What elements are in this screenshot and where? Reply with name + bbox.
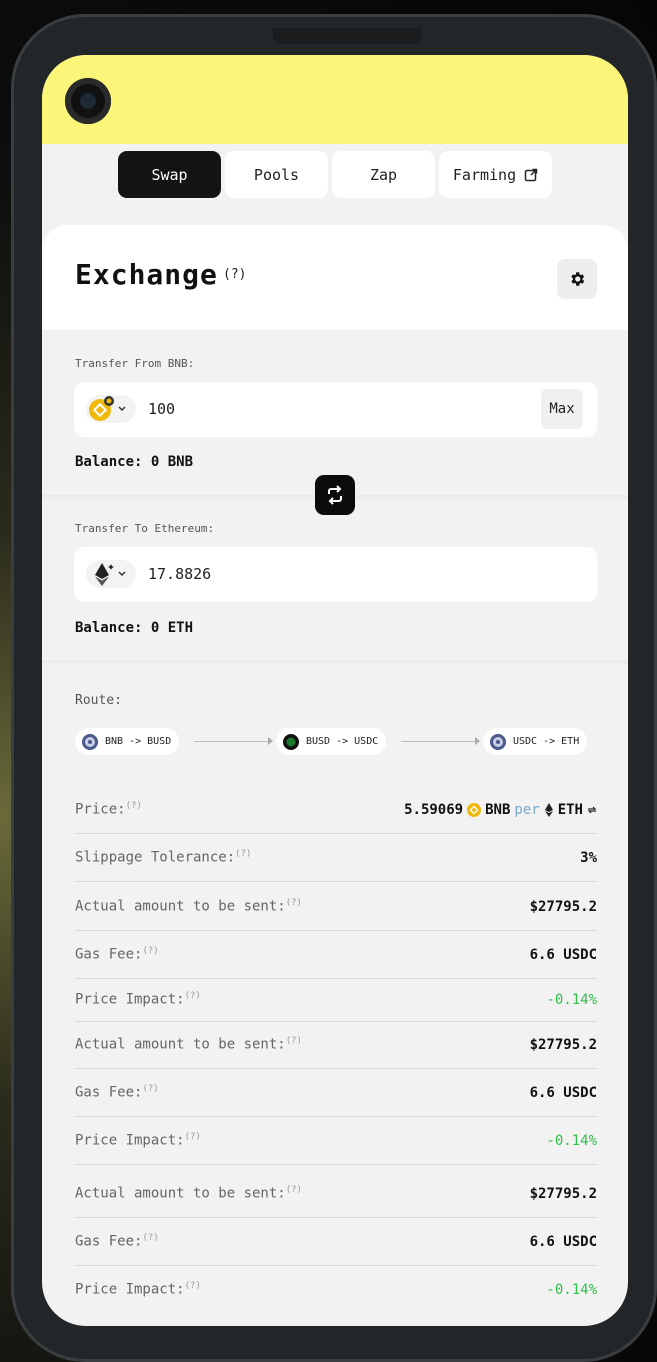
actual-amount-value: $27795.2 [529, 1036, 597, 1053]
pool-icon [82, 733, 98, 750]
help-icon[interactable]: (?) [142, 1233, 158, 1243]
tab-label: Pools [253, 165, 300, 184]
help-icon[interactable]: (?) [185, 1132, 201, 1142]
route-step-label: BNB -> BUSD [105, 736, 172, 747]
refresh-icon[interactable] [587, 805, 597, 815]
price-label: Price:(?) [75, 801, 142, 818]
swap-arrows-icon [328, 485, 342, 505]
help-icon[interactable]: (?) [142, 946, 158, 956]
slippage-label: Slippage Tolerance:(?) [75, 849, 252, 866]
price-impact-row: Price Impact:(?) -0.14% [75, 978, 597, 1022]
actual-amount-value: $27795.2 [529, 1185, 597, 1202]
help-icon[interactable]: (?) [126, 801, 142, 811]
from-input-box: 100 Max [74, 382, 597, 437]
price-impact-row: Price Impact:(?) -0.14% [75, 1281, 597, 1298]
help-icon[interactable]: (?) [185, 1281, 201, 1291]
price-row: Price:(?) 5.59069 BNB per ETH [75, 786, 597, 834]
actual-amount-value: $27795.2 [529, 898, 597, 915]
actual-amount-row: Actual amount to be sent:(?) $27795.2 [75, 1170, 597, 1218]
price-impact-value: -0.14% [546, 991, 597, 1008]
route-label: Route: [75, 693, 122, 708]
speaker-notch [273, 28, 421, 44]
to-token-selector[interactable] [86, 560, 136, 588]
gas-fee-row: Gas Fee:(?) 6.6 USDC [75, 931, 597, 979]
gas-fee-value: 6.6 USDC [529, 1084, 597, 1101]
tab-label: Swap [151, 165, 188, 184]
pool-icon [283, 733, 299, 750]
route-connector [194, 741, 268, 742]
arrow-right-icon [268, 737, 273, 745]
eth-icon [544, 802, 553, 817]
gear-icon [571, 272, 585, 286]
swap-direction-button[interactable] [315, 475, 355, 515]
route-connector [401, 741, 475, 742]
arrow-right-icon [475, 737, 480, 745]
help-icon[interactable]: (?) [142, 1084, 158, 1094]
to-amount-input[interactable]: 17.8826 [148, 565, 211, 583]
page-title: Exchange [75, 258, 218, 291]
route-step-label: USDC -> ETH [513, 736, 580, 747]
camera-icon [65, 78, 111, 124]
help-icon[interactable]: (?) [286, 1036, 302, 1046]
bnb-icon [89, 396, 126, 421]
external-link-icon [524, 168, 538, 181]
route-step-label: BUSD -> USDC [306, 736, 379, 747]
actual-amount-row: Actual amount to be sent:(?) $27795.2 [75, 1021, 597, 1069]
slippage-row: Slippage Tolerance:(?) 3% [75, 834, 597, 882]
from-balance: Balance: 0 BNB [75, 454, 194, 470]
tab-farming[interactable]: Farming [439, 151, 552, 198]
route-step-bnb-busd: BNB -> BUSD [75, 728, 180, 755]
help-icon[interactable]: (?) [235, 849, 251, 859]
help-icon[interactable]: (?) [286, 898, 302, 908]
help-icon[interactable]: (?) [286, 1185, 302, 1195]
price-impact-row: Price Impact:(?) -0.14% [75, 1117, 597, 1165]
app-screen: Swap Pools Zap Farming Exchange (?) Tran… [42, 55, 628, 1326]
route-step-usdc-eth: USDC -> ETH [483, 728, 588, 755]
to-balance: Balance: 0 ETH [75, 620, 194, 636]
settings-button[interactable] [557, 259, 597, 299]
tab-zap[interactable]: Zap [332, 151, 435, 198]
tab-label: Zap [369, 165, 398, 184]
from-amount-input[interactable]: 100 [148, 400, 175, 418]
price-impact-value: -0.14% [546, 1132, 597, 1149]
to-input-box: 17.8826 [74, 547, 597, 602]
route-step-busd-usdc: BUSD -> USDC [276, 728, 387, 755]
slippage-value: 3% [580, 849, 597, 866]
from-token-selector[interactable] [86, 395, 136, 423]
tab-pools[interactable]: Pools [225, 151, 328, 198]
from-label: Transfer From BNB: [75, 357, 195, 370]
bnb-icon [467, 802, 482, 817]
status-bar [42, 55, 628, 144]
help-icon[interactable]: (?) [223, 267, 246, 282]
pool-icon [490, 733, 506, 750]
actual-amount-row: Actual amount to be sent:(?) $27795.2 [75, 883, 597, 931]
to-label: Transfer To Ethereum: [75, 522, 215, 535]
price-impact-value: -0.14% [546, 1281, 597, 1298]
gas-fee-value: 6.6 USDC [529, 1233, 597, 1250]
gas-fee-value: 6.6 USDC [529, 946, 597, 963]
gas-fee-row: Gas Fee:(?) 6.6 USDC [75, 1069, 597, 1117]
price-value: 5.59069 BNB per ETH [404, 802, 597, 818]
eth-icon [95, 563, 126, 586]
help-icon[interactable]: (?) [185, 991, 201, 1001]
section-divider [42, 660, 628, 666]
tab-label: Farming [452, 165, 517, 184]
gas-fee-row: Gas Fee:(?) 6.6 USDC [75, 1218, 597, 1266]
tab-swap[interactable]: Swap [118, 151, 221, 198]
max-button[interactable]: Max [541, 389, 583, 429]
